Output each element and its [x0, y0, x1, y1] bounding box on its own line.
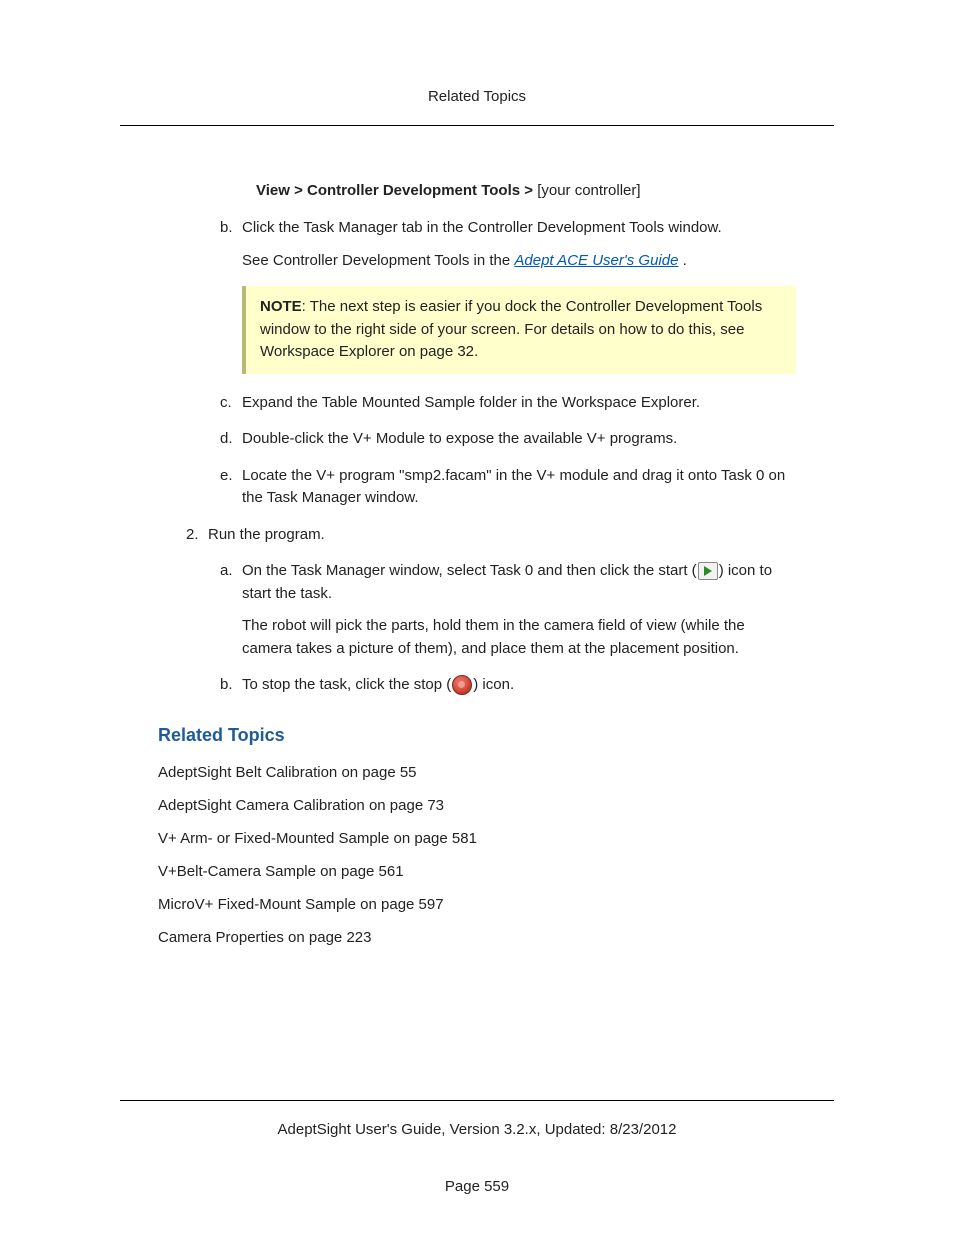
- list-marker: b.: [220, 217, 242, 272]
- step-b-see-suffix: .: [678, 252, 686, 269]
- step-2b-prefix: To stop the task, click the stop (: [242, 676, 451, 693]
- step-b-see-prefix: See Controller Development Tools in the: [242, 252, 514, 269]
- step-d: d. Double-click the V+ Module to expose …: [220, 428, 796, 451]
- list-marker: a.: [220, 560, 242, 660]
- related-item: MicroV+ Fixed-Mount Sample on page 597: [158, 894, 796, 915]
- step-2: 2. Run the program.: [186, 524, 796, 547]
- related-item: Camera Properties on page 223: [158, 927, 796, 948]
- step-2a: a. On the Task Manager window, select Ta…: [220, 560, 796, 660]
- related-topics-heading: Related Topics: [158, 725, 796, 746]
- step-2-label: Run the program.: [208, 524, 796, 547]
- list-marker: 2.: [186, 524, 208, 547]
- step-c-text: Expand the Table Mounted Sample folder i…: [242, 392, 796, 415]
- note-text: : The next step is easier if you dock th…: [260, 298, 762, 360]
- step-2a-prefix: On the Task Manager window, select Task …: [242, 562, 697, 579]
- footer-guide-line: AdeptSight User's Guide, Version 3.2.x, …: [120, 1121, 834, 1138]
- list-marker: d.: [220, 428, 242, 451]
- step-2b: b. To stop the task, click the stop ( ) i…: [220, 674, 796, 697]
- step-2b-suffix: ) icon.: [473, 676, 514, 693]
- play-icon: [698, 562, 718, 580]
- page-footer: AdeptSight User's Guide, Version 3.2.x, …: [120, 1100, 834, 1195]
- list-marker: c.: [220, 392, 242, 415]
- related-item: V+Belt-Camera Sample on page 561: [158, 861, 796, 882]
- step-e-text: Locate the V+ program "smp2.facam" in th…: [242, 465, 796, 510]
- guide-link[interactable]: Adept ACE User's Guide: [514, 252, 678, 269]
- step-2a-extra: The robot will pick the parts, hold them…: [242, 615, 796, 660]
- list-marker: e.: [220, 465, 242, 510]
- related-topics-list: AdeptSight Belt Calibration on page 55 A…: [158, 762, 796, 948]
- note-box: NOTE: The next step is easier if you doc…: [242, 286, 796, 374]
- step-d-text: Double-click the V+ Module to expose the…: [242, 428, 796, 451]
- body-content: View > Controller Development Tools > [y…: [120, 182, 834, 948]
- note-label: NOTE: [260, 298, 302, 315]
- step-e: e. Locate the V+ program "smp2.facam" in…: [220, 465, 796, 510]
- breadcrumb-leaf: [your controller]: [537, 182, 640, 199]
- page-header-title: Related Topics: [120, 88, 834, 126]
- related-item: AdeptSight Camera Calibration on page 73: [158, 795, 796, 816]
- breadcrumb-path: View > Controller Development Tools >: [256, 182, 537, 199]
- stop-icon: [452, 675, 472, 695]
- footer-page-number: Page 559: [120, 1178, 834, 1195]
- step-b-text: Click the Task Manager tab in the Contro…: [242, 217, 796, 240]
- page: Related Topics View > Controller Develop…: [0, 0, 954, 1235]
- list-marker: b.: [220, 674, 242, 697]
- related-item: AdeptSight Belt Calibration on page 55: [158, 762, 796, 783]
- breadcrumb: View > Controller Development Tools > [y…: [256, 182, 796, 199]
- step-c: c. Expand the Table Mounted Sample folde…: [220, 392, 796, 415]
- related-item: V+ Arm- or Fixed-Mounted Sample on page …: [158, 828, 796, 849]
- step-b: b. Click the Task Manager tab in the Con…: [220, 217, 796, 272]
